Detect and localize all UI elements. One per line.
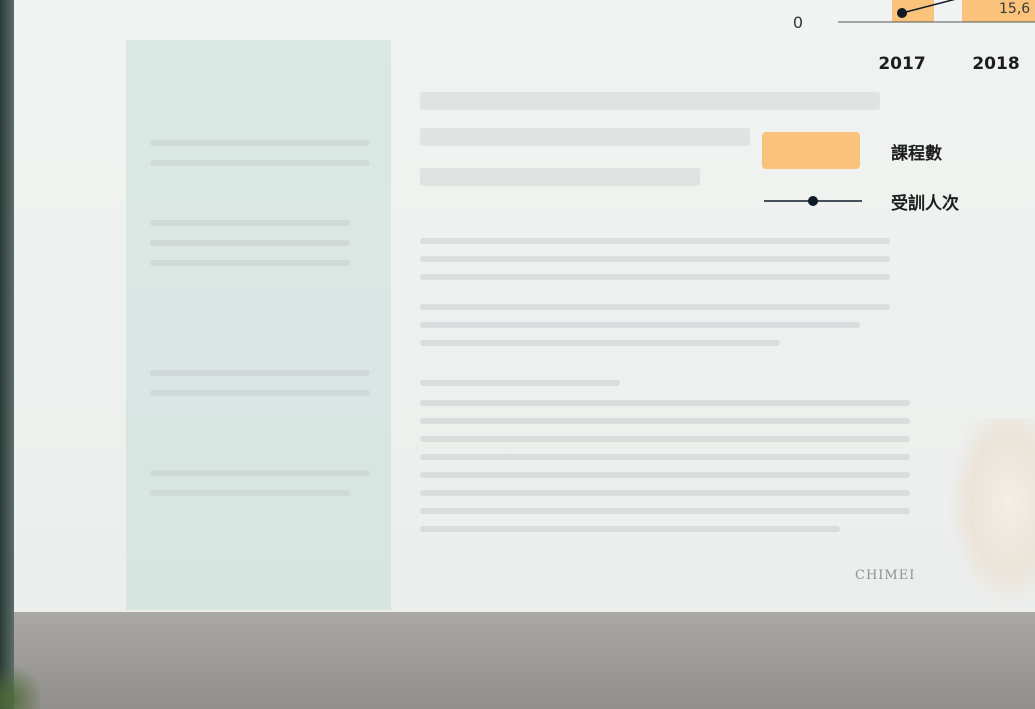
line-point-2017 xyxy=(897,8,907,18)
legend-label-courses: 課程數 xyxy=(891,144,942,164)
training-chart: 0 2017 2018 15,6 xyxy=(762,0,1035,206)
y-tick-label-0: 0 xyxy=(793,13,803,32)
plot-area: 0 2017 2018 15,6 xyxy=(793,0,1035,74)
x-tick-label-2018: 2018 xyxy=(972,54,1019,74)
legend-swatch-courses xyxy=(762,132,860,169)
legend-swatch-trainees-marker xyxy=(808,196,818,206)
legend-label-trainees: 受訓人次 xyxy=(891,194,959,214)
x-tick-label-2017: 2017 xyxy=(878,54,925,74)
data-label-2018: 15,6 xyxy=(999,1,1030,17)
